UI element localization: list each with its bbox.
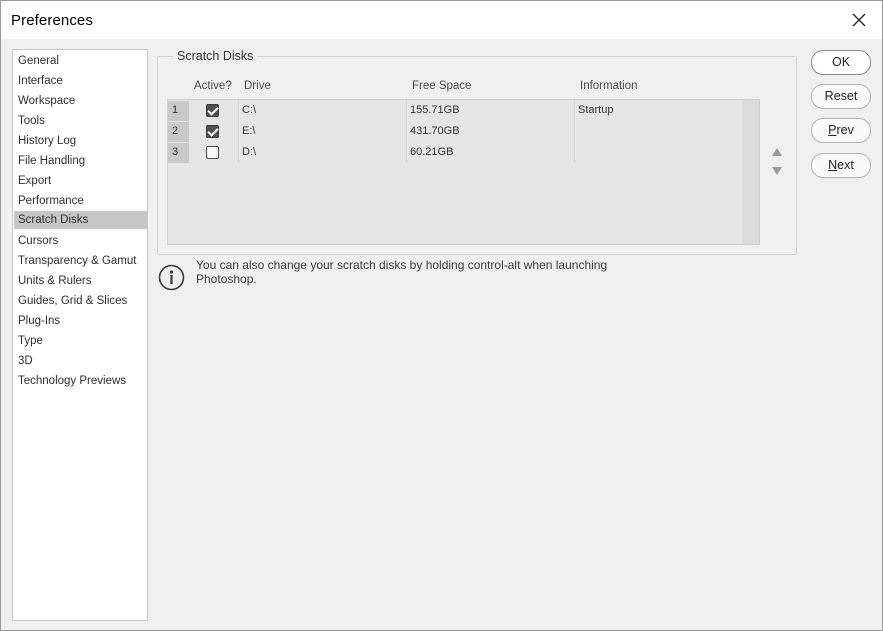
table-scrollbar[interactable] bbox=[742, 100, 759, 244]
free-space-cell: 431.70GB bbox=[410, 125, 460, 137]
column-header-drive: Drive bbox=[244, 80, 271, 92]
table-row[interactable]: 3 D:\ 60.21GB bbox=[168, 142, 742, 163]
drive-cell: E:\ bbox=[242, 125, 256, 137]
sidebar-item-cursors[interactable]: Cursors bbox=[14, 232, 147, 250]
preferences-sidebar: General Interface Workspace Tools Histor… bbox=[12, 49, 148, 621]
drive-cell: D:\ bbox=[242, 146, 257, 158]
info-message: You can also change your scratch disks b… bbox=[196, 258, 646, 286]
next-label: ext bbox=[837, 158, 854, 172]
sidebar-item-3d[interactable]: 3D bbox=[14, 352, 147, 370]
sidebar-item-performance[interactable]: Performance bbox=[14, 192, 147, 210]
table-row[interactable]: 2 E:\ 431.70GB bbox=[168, 121, 742, 142]
row-number: 3 bbox=[168, 143, 189, 163]
close-icon bbox=[852, 13, 866, 27]
info-message-line-2: Photoshop. bbox=[196, 272, 257, 286]
next-mnemonic: N bbox=[828, 158, 838, 172]
preferences-dialog: Preferences General Interface Workspace … bbox=[0, 0, 883, 631]
scratch-disks-table: 1 C:\ 155.71GB Startup 2 E:\ 431.70GB 3 … bbox=[167, 99, 760, 245]
sidebar-item-technology-previews[interactable]: Technology Previews bbox=[14, 372, 147, 390]
close-button[interactable] bbox=[836, 1, 882, 39]
sidebar-item-guides-grid-slices[interactable]: Guides, Grid & Slices bbox=[14, 292, 147, 310]
prev-button[interactable]: Prev bbox=[811, 118, 871, 143]
window-title: Preferences bbox=[11, 12, 93, 29]
active-checkbox[interactable] bbox=[206, 104, 219, 117]
triangle-up-icon[interactable] bbox=[772, 148, 782, 156]
row-number: 1 bbox=[168, 101, 189, 121]
active-checkbox[interactable] bbox=[206, 125, 219, 138]
sidebar-item-workspace[interactable]: Workspace bbox=[14, 92, 147, 110]
prev-label: rev bbox=[836, 123, 854, 137]
drive-cell: C:\ bbox=[242, 104, 257, 116]
sidebar-item-history-log[interactable]: History Log bbox=[14, 132, 147, 150]
information-cell: Startup bbox=[578, 104, 614, 116]
sidebar-item-type[interactable]: Type bbox=[14, 332, 147, 350]
sidebar-item-file-handling[interactable]: File Handling bbox=[14, 152, 147, 170]
next-button[interactable]: Next bbox=[811, 153, 871, 178]
triangle-down-icon[interactable] bbox=[772, 167, 782, 175]
free-space-cell: 155.71GB bbox=[410, 104, 460, 116]
group-title: Scratch Disks bbox=[173, 49, 258, 63]
sidebar-item-general[interactable]: General bbox=[14, 52, 147, 70]
title-bar: Preferences bbox=[1, 1, 882, 39]
sidebar-item-plug-ins[interactable]: Plug-Ins bbox=[14, 312, 147, 330]
column-header-information: Information bbox=[580, 80, 638, 92]
sidebar-item-scratch-disks[interactable]: Scratch Disks bbox=[14, 211, 147, 229]
sidebar-item-units-rulers[interactable]: Units & Rulers bbox=[14, 272, 147, 290]
free-space-cell: 60.21GB bbox=[410, 146, 454, 158]
column-header-free-space: Free Space bbox=[412, 80, 472, 92]
row-number: 2 bbox=[168, 122, 189, 142]
info-icon bbox=[158, 264, 185, 291]
sidebar-item-tools[interactable]: Tools bbox=[14, 112, 147, 130]
table-row[interactable]: 1 C:\ 155.71GB Startup bbox=[168, 100, 742, 121]
reset-button[interactable]: Reset bbox=[811, 84, 871, 109]
sidebar-item-transparency-gamut[interactable]: Transparency & Gamut bbox=[14, 252, 147, 270]
active-checkbox[interactable] bbox=[206, 146, 219, 159]
sidebar-item-export[interactable]: Export bbox=[14, 172, 147, 190]
ok-button[interactable]: OK bbox=[811, 50, 871, 75]
info-message-line-1: You can also change your scratch disks b… bbox=[196, 258, 608, 272]
sidebar-item-interface[interactable]: Interface bbox=[14, 72, 147, 90]
column-header-active: Active? bbox=[194, 80, 232, 92]
